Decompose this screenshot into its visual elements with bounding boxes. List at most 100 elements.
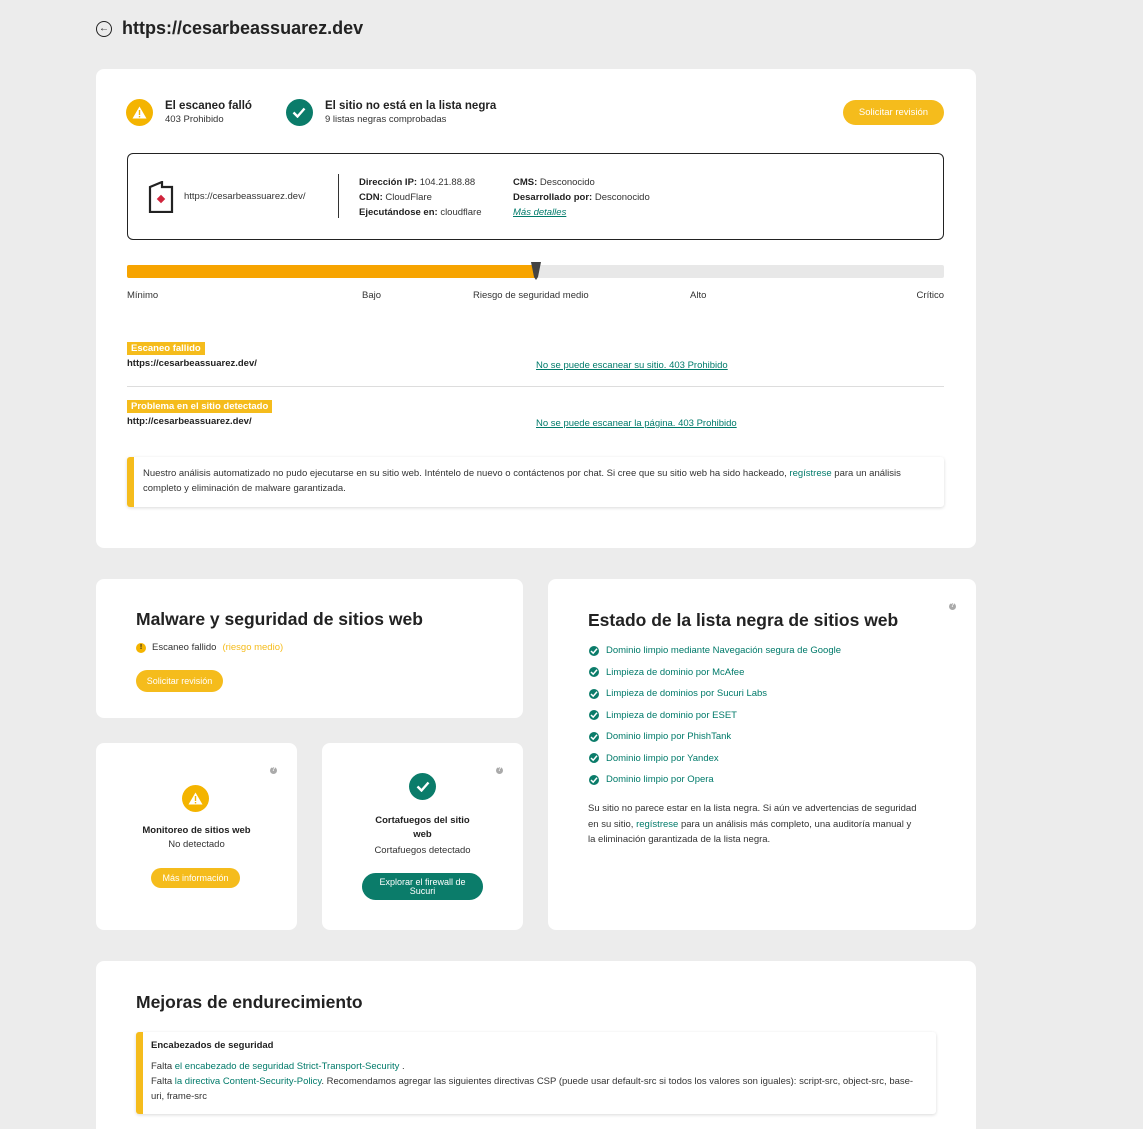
- request-review-button[interactable]: Solicitar revisión: [136, 670, 223, 692]
- page-title: https://cesarbeassuarez.dev: [122, 18, 364, 38]
- risk-label-low: Bajo: [362, 290, 382, 301]
- warning-icon: [126, 99, 153, 126]
- divider: [127, 386, 944, 387]
- blacklist-note: Su sitio no parece estar en la lista neg…: [588, 801, 918, 848]
- check-circle-icon: [285, 99, 313, 126]
- divider: [338, 174, 339, 218]
- blacklist-item-label[interactable]: Limpieza de dominios por Sucuri Labs: [606, 688, 767, 699]
- check-icon: [589, 645, 599, 656]
- cms-value: Desconocido: [539, 177, 595, 188]
- monitoring-card: ? Monitoreo de sitios web No detectado M…: [96, 743, 297, 930]
- blacklist-item: Limpieza de dominios por Sucuri Labs: [589, 683, 841, 705]
- register-link[interactable]: regístrese: [789, 468, 831, 479]
- blacklist-item-label[interactable]: Dominio limpio mediante Navegación segur…: [606, 645, 841, 656]
- blacklist-title: El sitio no está en la lista negra: [324, 100, 497, 112]
- more-details-link[interactable]: Más detalles: [513, 207, 566, 218]
- hardening-title: Mejoras de endurecimiento: [136, 992, 363, 1012]
- request-review-button[interactable]: Solicitar revisión: [843, 100, 944, 125]
- scan-failed-title: El escaneo falló: [165, 100, 252, 112]
- hsts-text: Falta: [151, 1061, 175, 1072]
- issue-tag: Problema en el sitio detectado: [127, 400, 273, 413]
- blacklist-item-label[interactable]: Limpieza de dominio por McAfee: [606, 667, 744, 678]
- arrow-left-circle-icon[interactable]: ←: [96, 20, 112, 37]
- warning-icon: !: [136, 642, 146, 653]
- scan-notice: Nuestro análisis automatizado no pudo ej…: [127, 457, 944, 507]
- check-icon: [589, 753, 599, 764]
- risk-meter-fill: [127, 265, 536, 278]
- blacklist-item-label[interactable]: Dominio limpio por Yandex: [606, 753, 719, 764]
- check-icon: [589, 731, 599, 742]
- monitoring-status: No detectado: [168, 839, 225, 850]
- risk-label-high: Alto: [690, 290, 707, 301]
- issue-link[interactable]: No se puede escanear su sitio. 403 Prohi…: [536, 360, 728, 371]
- monitoring-title: Monitoreo de sitios web: [142, 825, 251, 836]
- help-icon[interactable]: ?: [496, 767, 503, 774]
- csp-link[interactable]: la directiva Content-Security-Policy: [175, 1076, 322, 1087]
- page-header: ← https://cesarbeassuarez.dev: [96, 18, 363, 39]
- risk-label-medium: Riesgo de seguridad medio: [473, 290, 589, 301]
- firewall-card: ? Cortafuegos del sitio web Cortafuegos …: [322, 743, 523, 930]
- blacklist-title: Estado de la lista negra de sitios web: [588, 610, 899, 630]
- cdn-value: CloudFlare: [385, 192, 432, 203]
- hsts-text-end: .: [399, 1061, 405, 1072]
- scan-failed-subtitle: 403 Prohibido: [165, 114, 224, 125]
- hsts-link[interactable]: el encabezado de seguridad Strict-Transp…: [175, 1061, 400, 1072]
- dev-label: Desarrollado por:: [513, 192, 593, 203]
- blacklist-item: Dominio limpio por Opera: [589, 769, 841, 791]
- blacklist-item-label[interactable]: Limpieza de dominio por ESET: [606, 710, 737, 721]
- csp-text: Falta: [151, 1076, 175, 1087]
- explore-firewall-button[interactable]: Explorar el firewall de Sucuri: [362, 873, 483, 900]
- malware-status-text: Escaneo fallido: [152, 642, 217, 653]
- hardening-card: Mejoras de endurecimiento Encabezados de…: [96, 961, 976, 1129]
- blacklist-item: Dominio limpio mediante Navegación segur…: [589, 640, 841, 662]
- issue-link[interactable]: No se puede escanear la página. 403 Proh…: [536, 418, 737, 429]
- blacklist-subtitle: 9 listas negras comprobadas: [324, 114, 447, 125]
- more-info-button[interactable]: Más información: [151, 868, 240, 888]
- blacklist-item: Dominio limpio por Yandex: [589, 748, 841, 770]
- cms-label: CMS:: [513, 177, 538, 188]
- csp-line: Falta la directiva Content-Security-Poli…: [151, 1074, 926, 1104]
- scan-failed-status: El escaneo falló 403 Prohibido: [126, 99, 252, 126]
- blacklist-card: ? Estado de la lista negra de sitios web…: [548, 579, 976, 930]
- blacklist-item: Limpieza de dominio por McAfee: [589, 662, 841, 684]
- blacklist-status: El sitio no está en la lista negra 9 lis…: [285, 99, 497, 126]
- firewall-info: Cortafuegos del sitio web Cortafuegos de…: [322, 814, 523, 856]
- firewall-title: Cortafuegos del sitio web: [375, 815, 470, 840]
- risk-labels: Mínimo Bajo Riesgo de seguridad medio Al…: [127, 290, 944, 304]
- firewall-status: Cortafuegos detectado: [374, 845, 471, 856]
- malware-status: ! Escaneo fallido (riesgo medio): [136, 642, 283, 653]
- help-icon[interactable]: ?: [949, 603, 956, 610]
- monitoring-info: Monitoreo de sitios web No detectado: [96, 825, 297, 850]
- help-icon[interactable]: ?: [270, 767, 277, 774]
- cms-info: CMS: Desconocido Desarrollado por: Desco…: [513, 175, 650, 220]
- ip-value: 104.21.88.88: [419, 177, 476, 188]
- issue-tag: Escaneo fallido: [127, 342, 205, 355]
- status-row: El escaneo falló 403 Prohibido El sitio …: [126, 99, 530, 126]
- running-value: cloudflare: [440, 207, 482, 218]
- check-icon: [589, 667, 599, 678]
- register-link[interactable]: regístrese: [636, 819, 678, 830]
- scan-summary-card: El escaneo falló 403 Prohibido El sitio …: [96, 69, 976, 548]
- site-info-box: https://cesarbeassuarez.dev/ Dirección I…: [127, 153, 944, 240]
- risk-meter: [127, 262, 944, 280]
- blacklist-item-label[interactable]: Dominio limpio por PhishTank: [606, 731, 731, 742]
- check-icon: [589, 688, 599, 699]
- site-favicon-icon: [148, 180, 174, 214]
- check-circle-icon: [409, 773, 436, 800]
- ip-label: Dirección IP:: [359, 177, 418, 188]
- issue-site-problem: Problema en el sitio detectado http://ce…: [127, 400, 944, 429]
- security-headers-box: Encabezados de seguridad Falta el encabe…: [136, 1032, 936, 1114]
- blacklist-item-label[interactable]: Dominio limpio por Opera: [606, 774, 714, 785]
- notice-text: Nuestro análisis automatizado no pudo ej…: [143, 468, 790, 479]
- blacklist-item: Limpieza de dominio por ESET: [589, 705, 841, 727]
- risk-label-minimum: Mínimo: [127, 290, 159, 301]
- malware-risk-text: (riesgo medio): [222, 642, 284, 653]
- network-info: Dirección IP: 104.21.88.88 CDN: CloudFla…: [359, 175, 482, 220]
- check-icon: [589, 710, 599, 721]
- blacklist-list: Dominio limpio mediante Navegación segur…: [589, 640, 841, 791]
- risk-label-critical: Crítico: [916, 290, 944, 301]
- check-icon: [589, 774, 599, 785]
- blacklist-item: Dominio limpio por PhishTank: [589, 726, 841, 748]
- cdn-label: CDN:: [359, 192, 383, 203]
- issue-scan-failed: Escaneo fallido https://cesarbeassuarez.…: [127, 342, 944, 371]
